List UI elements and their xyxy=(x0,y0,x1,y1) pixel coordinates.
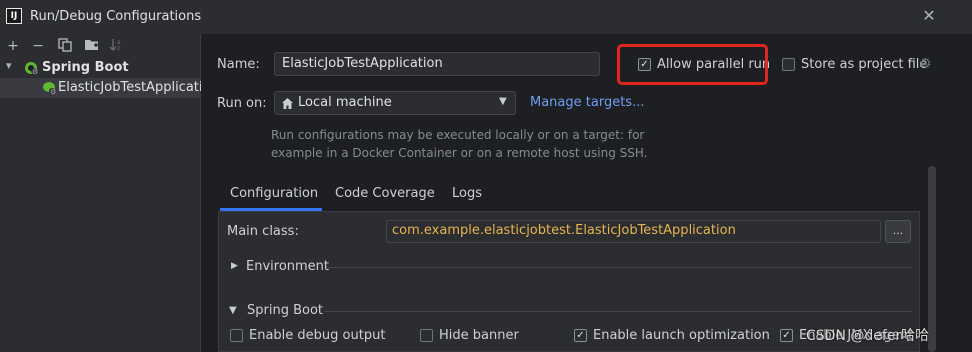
main-class-label: Main class: xyxy=(227,224,299,239)
chevron-down-icon[interactable]: ▼ xyxy=(229,305,237,316)
store-as-project-file-label: Store as project file xyxy=(801,57,928,72)
run-on-label: Run on: xyxy=(217,96,267,111)
tree-item-spring-boot[interactable]: ▾ ⚙ Spring Boot xyxy=(0,58,200,78)
name-label: Name: xyxy=(217,57,260,72)
tree-item-elastic-job-test-application[interactable]: ⚙ ElasticJobTestApplication xyxy=(0,78,219,100)
environment-divider xyxy=(326,267,912,268)
home-icon xyxy=(281,95,294,114)
run-on-dropdown[interactable]: Local machine ▼ xyxy=(274,91,516,115)
tab-configuration[interactable]: Configuration xyxy=(230,186,318,201)
svg-text:z: z xyxy=(117,45,120,51)
close-icon[interactable]: ✕ xyxy=(920,7,938,25)
store-as-project-file-checkbox[interactable] xyxy=(782,58,795,71)
title-bar: IJ Run/Debug Configurations ✕ xyxy=(0,0,972,34)
tab-logs[interactable]: Logs xyxy=(452,186,482,201)
spring-boot-app-icon: ⚙ xyxy=(41,80,57,100)
folder-icon[interactable] xyxy=(82,38,100,54)
run-on-value: Local machine xyxy=(298,95,392,110)
hide-banner-checkbox[interactable] xyxy=(420,329,433,342)
browse-main-class-button[interactable]: ... xyxy=(885,220,911,243)
name-field[interactable]: ElasticJobTestApplication xyxy=(274,52,600,76)
csdn-watermark: CSDN @defer哈哈 xyxy=(806,328,930,344)
enable-debug-output-checkbox[interactable] xyxy=(230,329,243,342)
chevron-down-icon: ▼ xyxy=(499,96,507,107)
copy-configuration-icon[interactable] xyxy=(56,38,74,54)
enable-debug-output-label: Enable debug output xyxy=(249,328,386,343)
window-title: Run/Debug Configurations xyxy=(30,9,202,24)
remove-configuration-icon[interactable]: − xyxy=(29,38,47,54)
manage-targets-link[interactable]: Manage targets... xyxy=(530,95,644,110)
help-line-1: Run configurations may be executed local… xyxy=(271,128,645,142)
hide-banner-label: Hide banner xyxy=(439,328,519,343)
chevron-right-icon[interactable]: ▶ xyxy=(231,261,238,271)
main-class-field[interactable]: com.example.elasticjobtest.ElasticJobTes… xyxy=(386,220,881,243)
tree-root-label: Spring Boot xyxy=(42,60,129,75)
spring-boot-section-toggle[interactable]: Spring Boot xyxy=(247,303,323,318)
intellij-app-icon: IJ xyxy=(6,8,22,24)
svg-text:⚙: ⚙ xyxy=(50,88,56,96)
environment-section-toggle[interactable]: Environment xyxy=(246,259,329,274)
red-highlight-annotation xyxy=(617,44,768,85)
svg-text:⚙: ⚙ xyxy=(32,68,38,76)
sort-icon[interactable]: az xyxy=(107,38,125,54)
enable-jmx-agent-checkbox[interactable]: ✓ xyxy=(780,329,793,342)
chevron-down-icon[interactable]: ▾ xyxy=(6,59,12,72)
enable-launch-optimization-checkbox[interactable]: ✓ xyxy=(574,329,587,342)
spring-boot-divider xyxy=(324,311,912,312)
enable-launch-optimization-label: Enable launch optimization xyxy=(593,328,770,343)
run-on-help-text: Run configurations may be executed local… xyxy=(271,126,648,162)
tree-child-label: ElasticJobTestApplication xyxy=(58,80,219,95)
spring-boot-icon: ⚙ xyxy=(23,60,39,80)
add-configuration-icon[interactable]: + xyxy=(4,38,22,54)
help-line-2: example in a Docker Container or on a re… xyxy=(271,146,648,160)
gear-icon[interactable]: ⚙ xyxy=(919,56,932,72)
vertical-scrollbar[interactable] xyxy=(928,166,936,352)
tab-code-coverage[interactable]: Code Coverage xyxy=(335,186,435,201)
